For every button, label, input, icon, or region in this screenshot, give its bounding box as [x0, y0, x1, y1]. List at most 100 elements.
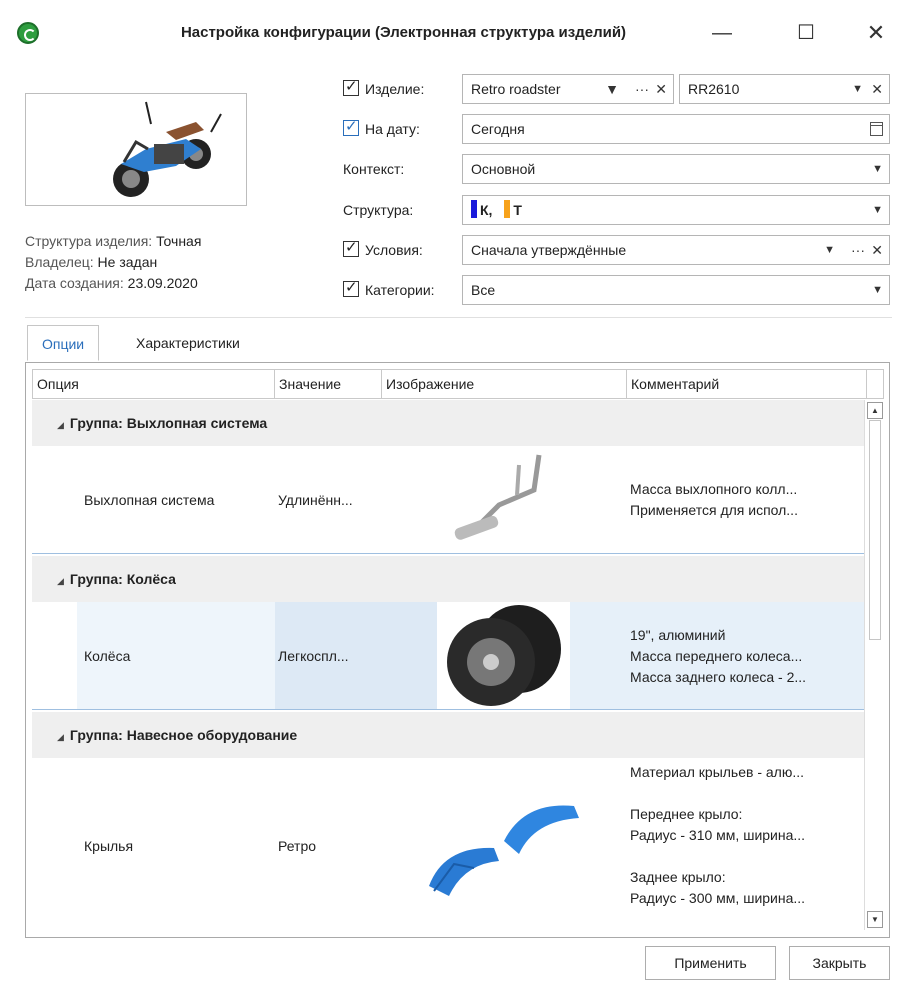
table-row[interactable]: Крылья Ретро Материал крыльев - алю... П…: [32, 758, 864, 933]
scroll-up-icon[interactable]: ▲: [867, 402, 883, 419]
categories-checkbox[interactable]: [343, 279, 359, 298]
group-title: Группа: Колёса: [69, 571, 176, 587]
conditions-checkbox-row[interactable]: Условия:: [343, 235, 423, 265]
apply-button[interactable]: Применить: [645, 946, 776, 980]
row-divider: [32, 709, 864, 710]
conditions-checkbox[interactable]: [343, 239, 359, 258]
comment-cell: 19", алюминий Масса переднего колеса... …: [626, 602, 864, 710]
chevron-down-icon[interactable]: ▼: [872, 196, 883, 224]
group-header[interactable]: ◢ Группа: Навесное оборудование: [32, 712, 864, 758]
table-row[interactable]: Выхлопная система Удлинённ... Масса выхл…: [32, 446, 864, 554]
conditions-select[interactable]: Сначала утверждённые ▼ ··· ✕: [462, 235, 890, 265]
product-value: Retro roadster: [471, 81, 561, 97]
created-info: Дата создания: 23.09.2020: [25, 275, 198, 291]
group-header[interactable]: ◢ Группа: Выхлопная система: [32, 400, 864, 446]
option-cell: Колёса: [84, 648, 131, 664]
fenders-image: [381, 758, 626, 933]
clear-icon[interactable]: ✕: [655, 75, 667, 103]
maximize-button[interactable]: ☐: [790, 18, 822, 50]
group-header[interactable]: ◢ Группа: Колёса: [32, 556, 864, 602]
clear-icon[interactable]: ✕: [871, 236, 883, 264]
chevron-down-icon[interactable]: ▼: [852, 75, 863, 103]
window-title: Настройка конфигурации (Электронная стру…: [180, 24, 627, 41]
product-checkbox-row[interactable]: Изделие:: [343, 74, 424, 104]
product-label: Изделие:: [365, 81, 425, 97]
more-icon[interactable]: ···: [851, 236, 865, 264]
tab-characteristics[interactable]: Характеристики: [122, 325, 254, 361]
calendar-icon[interactable]: [870, 122, 883, 136]
collapse-triangle-icon[interactable]: ◢: [57, 576, 64, 586]
product-code-select[interactable]: RR2610 ▼ ✕: [679, 74, 890, 104]
table-row-selected[interactable]: Колёса Легкоспл... 19", алюминий Масса п…: [32, 602, 864, 710]
option-cell: Выхлопная система: [84, 492, 215, 508]
fenders-icon: [428, 804, 579, 896]
exhaust-icon: [454, 454, 541, 540]
row-divider: [32, 553, 864, 554]
chevron-down-icon[interactable]: ▼: [605, 75, 619, 103]
wheels-icon: [446, 605, 561, 706]
column-header-comment[interactable]: Комментарий: [627, 370, 867, 398]
clear-icon[interactable]: ✕: [871, 75, 883, 103]
comment-cell: Материал крыльев - алю... Переднее крыло…: [626, 758, 864, 933]
product-code-value: RR2610: [688, 81, 740, 97]
chevron-down-icon[interactable]: ▼: [824, 236, 835, 264]
product-select[interactable]: Retro roadster ▼ ··· ✕: [462, 74, 674, 104]
title-bar: Настройка конфигурации (Электронная стру…: [0, 0, 897, 70]
comment-line: Радиус - 310 мм, ширина...: [630, 827, 806, 843]
column-header-value[interactable]: Значение: [275, 370, 382, 398]
grid-header: Опция Значение Изображение Комментарий: [32, 369, 884, 399]
structure-info-label: Структура изделия:: [25, 233, 153, 249]
structure-info-value: Точная: [156, 233, 202, 249]
conditions-label: Условия:: [365, 242, 423, 258]
conditions-value: Сначала утверждённые: [471, 242, 627, 258]
structure-info: Структура изделия: Точная: [25, 233, 201, 249]
categories-select[interactable]: Все ▼: [462, 275, 890, 305]
owner-value: Не задан: [97, 254, 158, 270]
more-icon[interactable]: ···: [635, 75, 649, 103]
date-checkbox-row[interactable]: На дату:: [343, 114, 420, 144]
group-title: Группа: Выхлопная система: [69, 415, 268, 431]
context-select[interactable]: Основной ▼: [462, 154, 890, 184]
date-field[interactable]: Сегодня: [462, 114, 890, 144]
option-cell: Крылья: [84, 837, 134, 854]
created-value: 23.09.2020: [127, 275, 198, 291]
group-title: Группа: Навесное оборудование: [69, 727, 298, 743]
collapse-triangle-icon[interactable]: ◢: [57, 420, 64, 430]
column-header-image[interactable]: Изображение: [382, 370, 627, 398]
comment-line: Заднее крыло:: [630, 869, 726, 885]
scrollbar-thumb[interactable]: [869, 420, 881, 640]
date-checkbox[interactable]: [343, 118, 359, 137]
structure-item: К,: [480, 202, 493, 218]
vertical-scrollbar[interactable]: ▲ ▼: [864, 400, 884, 930]
comment-cell: Масса выхлопного колл... Применяется для…: [626, 446, 864, 554]
owner-info: Владелец: Не задан: [25, 254, 157, 270]
close-button[interactable]: Закрыть: [789, 946, 890, 980]
structure-color-swatch: [504, 200, 511, 219]
date-label: На дату:: [365, 121, 420, 137]
scroll-down-icon[interactable]: ▼: [867, 911, 883, 928]
structure-label: Структура:: [343, 202, 414, 218]
categories-checkbox-row[interactable]: Категории:: [343, 275, 435, 305]
structure-item: Т: [513, 202, 522, 218]
product-checkbox[interactable]: [343, 78, 359, 97]
options-grid: Опция Значение Изображение Комментарий ◢…: [25, 362, 890, 938]
comment-line: Радиус - 300 мм, ширина...: [630, 890, 806, 906]
chevron-down-icon[interactable]: ▼: [872, 155, 883, 183]
structure-select[interactable]: К, Т ▼: [462, 195, 890, 225]
owner-label: Владелец:: [25, 254, 94, 270]
comment-line: Материал крыльев - алю...: [630, 764, 805, 780]
close-window-button[interactable]: ✕: [860, 18, 892, 50]
minimize-button[interactable]: —: [706, 18, 738, 50]
chevron-down-icon[interactable]: ▼: [872, 276, 883, 304]
structure-color-swatch: [471, 200, 477, 219]
divider: [25, 317, 892, 318]
created-label: Дата создания:: [25, 275, 124, 291]
value-cell: Ретро: [278, 837, 317, 854]
wheels-image: [437, 602, 570, 710]
exhaust-system-image: [381, 446, 626, 554]
collapse-triangle-icon[interactable]: ◢: [57, 732, 64, 742]
context-value: Основной: [471, 161, 536, 177]
column-header-option[interactable]: Опция: [33, 370, 275, 398]
product-preview-image: [25, 93, 247, 206]
tab-options[interactable]: Опции: [27, 325, 100, 361]
